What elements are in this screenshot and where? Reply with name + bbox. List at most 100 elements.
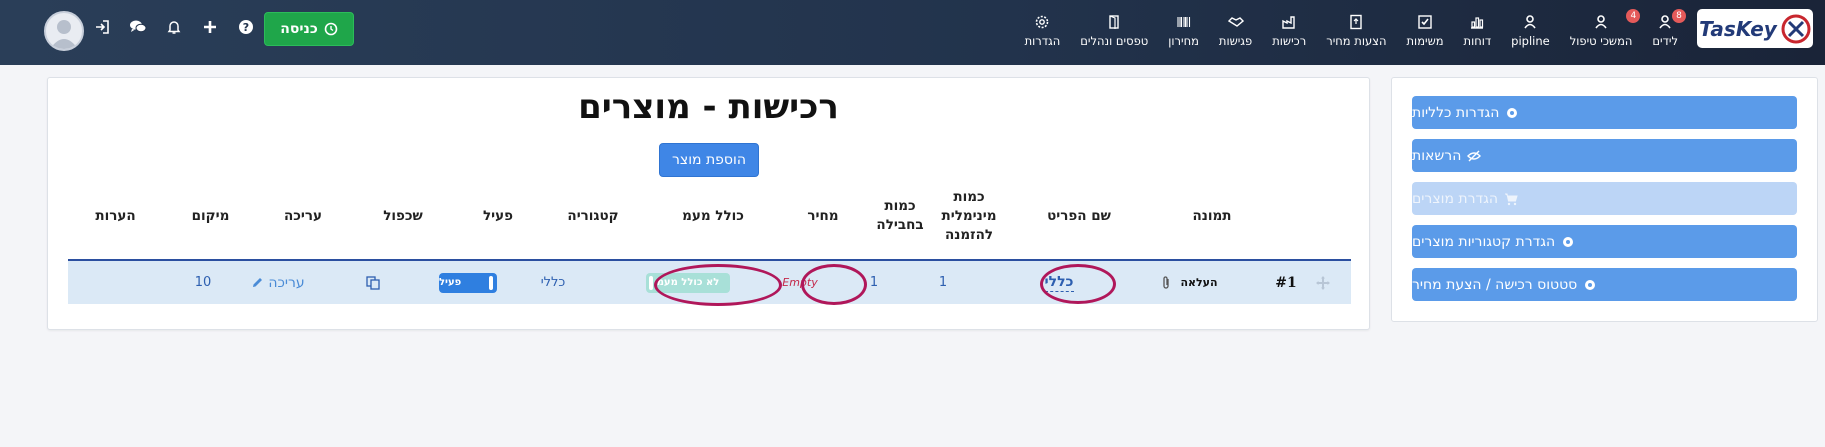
general-settings-button[interactable]: הגדרות כלליות — [1412, 96, 1797, 129]
nav-item-price-list[interactable]: מחירון — [1158, 8, 1209, 48]
nav-label: משימות — [1406, 34, 1444, 48]
nav-label: פגישות — [1218, 34, 1253, 48]
paperclip-icon — [1163, 275, 1170, 289]
add-product-button[interactable]: הוספת מוצר — [659, 143, 759, 177]
user-avatar-icon — [50, 20, 78, 49]
help-icon: ? — [239, 20, 253, 34]
gear-icon — [1507, 107, 1518, 118]
active-toggle-cell: פעיל — [428, 261, 508, 304]
active-toggle[interactable]: פעיל — [439, 272, 497, 293]
image-upload[interactable]: העלאה — [1134, 261, 1244, 304]
column-header-label: כמות — [884, 198, 916, 214]
upload-label: העלאה — [1180, 276, 1218, 289]
sidebar-item-label: הגדרת קטגוריות מוצרים — [1412, 233, 1556, 250]
document-icon — [1350, 14, 1363, 30]
nav-item-pipline[interactable]: pipline — [1501, 8, 1560, 48]
nav-item-meetings[interactable]: פגישות — [1209, 8, 1262, 48]
nav-label: רכישות — [1272, 34, 1307, 48]
min-qty-value[interactable]: 1 — [918, 261, 968, 304]
nav-item-purchases[interactable]: רכישות — [1262, 8, 1316, 48]
navbar-toolbar: ? — [84, 16, 264, 38]
taskey-logo[interactable]: TasKey — [1697, 9, 1813, 48]
nav-label: טפסים ונהלים — [1080, 34, 1149, 48]
sign-in-button[interactable] — [84, 16, 120, 38]
column-header-category: קטגוריה — [548, 181, 638, 251]
column-header-label: תמונה — [1192, 207, 1232, 224]
nav-item-quotes[interactable]: הצעות מחיר — [1316, 8, 1396, 48]
column-header-label: להזמנה — [945, 226, 994, 243]
edit-button[interactable]: עריכה — [233, 261, 323, 304]
chat-button[interactable] — [120, 16, 156, 38]
column-header-pack-qty: כמות בחבילה — [868, 181, 932, 251]
vat-toggle-cell: לא כולל מעמ — [628, 261, 748, 304]
category-value[interactable]: כללי — [513, 261, 593, 304]
pack-qty-value[interactable]: 1 — [852, 261, 896, 304]
handshake-icon — [1227, 17, 1244, 27]
clock-icon — [324, 22, 338, 36]
column-header-label: שכפול — [383, 207, 423, 224]
product-categories-button[interactable]: הגדרת קטגוריות מוצרים — [1412, 225, 1797, 258]
column-header-price: מחיר — [788, 181, 858, 251]
sign-in-icon — [96, 20, 109, 34]
drag-handle[interactable] — [1306, 261, 1340, 304]
logo-text: TasKey — [1699, 16, 1777, 41]
vat-toggle-label: לא כולל מעמ — [656, 277, 720, 288]
column-header-vat: כולל מעמ — [648, 181, 778, 251]
item-name-value: כללי — [1044, 273, 1074, 292]
column-header-label: עריכה — [284, 207, 323, 224]
avatar[interactable] — [44, 11, 84, 51]
nav-label: הגדרות — [1024, 34, 1061, 48]
add-new-button[interactable] — [192, 16, 228, 38]
column-header-label: מינימלית — [941, 207, 997, 224]
column-header-label: קטגוריה — [567, 207, 619, 224]
permissions-button[interactable]: הרשאות — [1412, 139, 1797, 172]
nav-item-followups[interactable]: המשכי טיפול 4 — [1560, 8, 1643, 48]
user-group-icon — [1524, 15, 1537, 29]
column-header-name: שם הפריט — [1024, 181, 1134, 251]
logo-mark-icon — [1781, 14, 1811, 43]
price-value[interactable]: Empty — [765, 261, 835, 304]
move-icon — [1316, 275, 1330, 290]
notifications-button[interactable] — [156, 16, 192, 38]
nav-item-reports[interactable]: דוחות — [1454, 8, 1502, 48]
active-toggle-label: פעיל — [439, 277, 462, 288]
nav-label: הצעות מחיר — [1326, 34, 1387, 48]
cart-icon — [1505, 193, 1518, 205]
product-settings-button[interactable]: הגדרת מוצרים — [1412, 182, 1797, 215]
column-header-label: כמות — [953, 188, 985, 205]
nav-item-leads[interactable]: לידים 8 — [1642, 8, 1688, 48]
settings-sidebar: הגדרות כלליות הרשאות הגדרת מוצרים הגדרת … — [1391, 77, 1818, 322]
checkbox-icon — [1418, 15, 1432, 29]
sidebar-item-label: הרשאות — [1412, 147, 1462, 164]
followups-count-badge: 4 — [1626, 9, 1641, 23]
clock-in-button[interactable]: כניסה — [264, 12, 354, 46]
nav-item-settings[interactable]: הגדרות — [1015, 8, 1071, 48]
bell-icon — [167, 21, 181, 34]
column-header-label: מיקום — [191, 207, 230, 224]
column-header-notes: הערות — [68, 181, 163, 251]
vat-toggle[interactable]: לא כולל מעמ — [646, 272, 730, 293]
position-value[interactable]: 10 — [173, 261, 233, 304]
pencil-icon — [253, 278, 263, 287]
help-button[interactable]: ? — [228, 16, 264, 38]
notes-value[interactable] — [68, 261, 158, 304]
factory-icon — [1282, 16, 1295, 29]
item-name-editable[interactable]: כללי — [1014, 261, 1104, 304]
duplicate-button[interactable] — [338, 261, 408, 304]
column-header-position: מיקום — [173, 181, 248, 251]
sidebar-item-label: הגדרת מוצרים — [1412, 190, 1499, 207]
nav-label: pipline — [1511, 34, 1550, 48]
clock-in-label: כניסה — [280, 21, 318, 37]
nav-item-forms[interactable]: טפסים ונהלים — [1070, 8, 1158, 48]
nav-label: המשכי טיפול — [1569, 34, 1633, 48]
column-header-label: שם הפריט — [1047, 207, 1111, 224]
gear-icon — [1563, 236, 1574, 247]
sidebar-item-label: סטטוס רכישה / הצעת מחיר — [1412, 276, 1578, 293]
row-index: #1 — [1275, 274, 1297, 291]
edit-label: עריכה — [268, 274, 305, 291]
purchase-status-button[interactable]: סטטוס רכישה / הצעת מחיר — [1412, 268, 1797, 301]
column-header-label: מחיר — [807, 207, 839, 224]
nav-item-tasks[interactable]: משימות — [1397, 8, 1454, 48]
chat-icon — [130, 20, 147, 33]
column-header-label: בחבילה — [876, 217, 924, 233]
